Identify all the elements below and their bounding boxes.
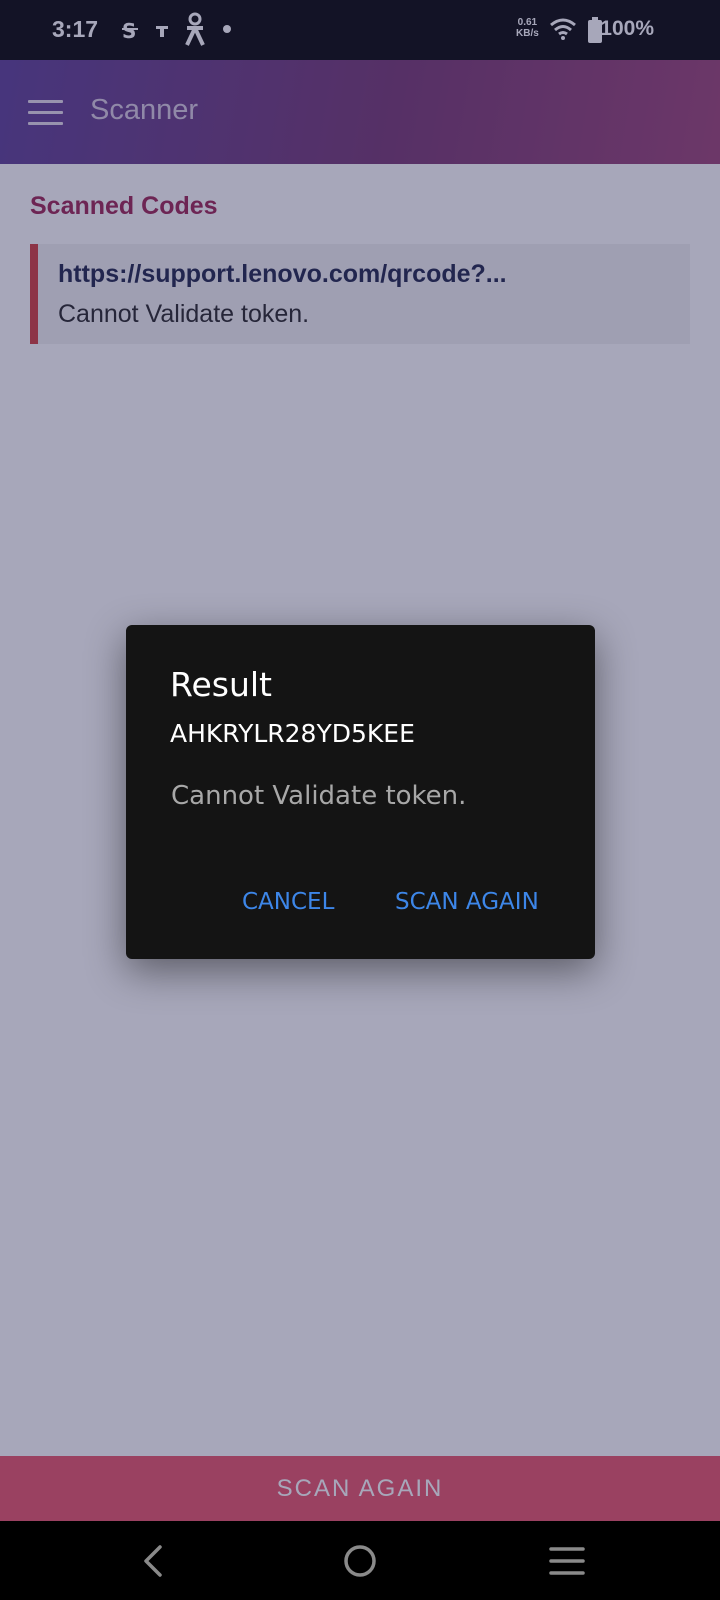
cancel-button[interactable]: CANCEL (242, 889, 334, 915)
result-dialog: Result AHKRYLR28YD5KEE Cannot Validate t… (126, 625, 595, 959)
recents-icon[interactable] (545, 1539, 589, 1583)
dialog-code: AHKRYLR28YD5KEE (170, 719, 415, 748)
back-icon[interactable] (132, 1539, 176, 1583)
home-icon[interactable] (338, 1539, 382, 1583)
dialog-title: Result (170, 665, 272, 704)
navigation-bar (0, 1521, 720, 1600)
dialog-message: Cannot Validate token. (171, 781, 467, 811)
scan-again-button[interactable]: SCAN AGAIN (395, 889, 539, 915)
